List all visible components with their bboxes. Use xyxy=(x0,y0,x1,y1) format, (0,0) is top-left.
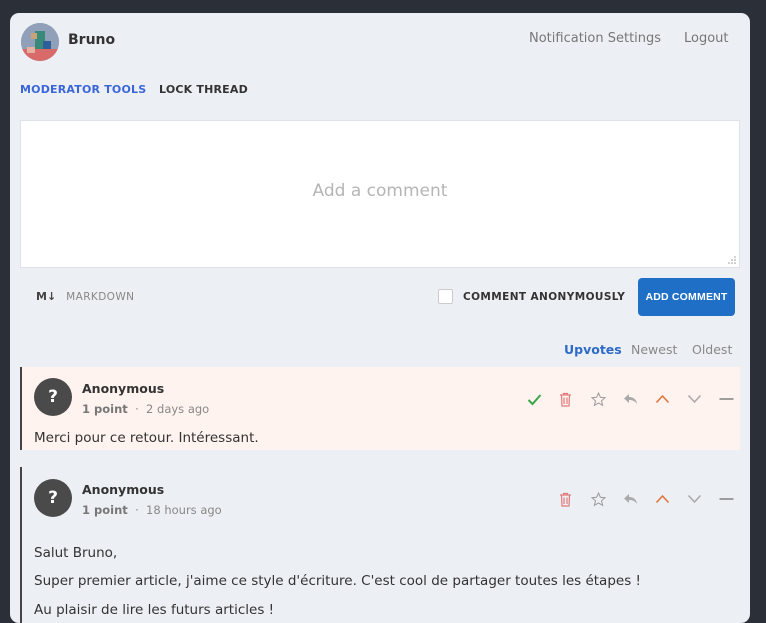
markdown-indicator: M↓ MARKDOWN xyxy=(36,290,134,303)
anonymous-avatar: ? xyxy=(34,378,72,416)
trash-icon[interactable] xyxy=(559,489,591,509)
username: Bruno xyxy=(68,32,116,48)
comment-item: ? Anonymous 1 point · 2 days ago Merci p… xyxy=(20,367,740,450)
reply-icon[interactable] xyxy=(623,389,655,409)
anonymous-label: COMMENT ANONYMOUSLY xyxy=(463,290,626,303)
comment-time: 2 days ago xyxy=(146,402,210,416)
comment-body: Merci pour ce retour. Intéressant. xyxy=(34,430,259,446)
comment-anonymously-toggle[interactable]: COMMENT ANONYMOUSLY xyxy=(438,289,625,304)
comment-textarea[interactable]: Add a comment xyxy=(20,120,740,268)
anonymous-checkbox[interactable] xyxy=(438,289,453,304)
comment-placeholder: Add a comment xyxy=(312,181,448,201)
comment-body-line: Au plaisir de lire les futurs articles ! xyxy=(34,602,275,618)
sort-upvotes[interactable]: Upvotes xyxy=(564,342,622,357)
comments-panel: Bruno Notification Settings Logout MODER… xyxy=(10,13,750,623)
markdown-icon: M↓ xyxy=(36,290,57,303)
meta-separator: · xyxy=(135,402,139,416)
markdown-label: MARKDOWN xyxy=(66,290,135,303)
comment-time: 18 hours ago xyxy=(146,503,222,517)
star-icon[interactable] xyxy=(591,389,623,409)
user-avatar[interactable] xyxy=(21,23,59,61)
collapse-icon[interactable] xyxy=(719,389,750,409)
collapse-icon[interactable] xyxy=(719,489,750,509)
sort-oldest[interactable]: Oldest xyxy=(692,342,732,357)
comment-author: Anonymous xyxy=(82,381,165,396)
comment-actions xyxy=(559,489,750,509)
lock-thread-button[interactable]: LOCK THREAD xyxy=(159,83,248,96)
trash-icon[interactable] xyxy=(559,389,591,409)
downvote-icon[interactable] xyxy=(687,389,719,409)
check-icon[interactable] xyxy=(527,389,559,409)
header: Bruno Notification Settings Logout xyxy=(10,13,750,69)
upvote-icon[interactable] xyxy=(655,489,687,509)
comment-author: Anonymous xyxy=(82,482,165,497)
moderator-tools-tab[interactable]: MODERATOR TOOLS xyxy=(20,83,146,96)
downvote-icon[interactable] xyxy=(687,489,719,509)
notification-settings-link[interactable]: Notification Settings xyxy=(529,31,661,46)
comment-points: 1 point xyxy=(82,402,128,416)
add-comment-button[interactable]: ADD COMMENT xyxy=(638,278,735,316)
sort-newest[interactable]: Newest xyxy=(631,342,677,357)
logout-link[interactable]: Logout xyxy=(684,31,729,46)
comment-actions xyxy=(527,389,750,409)
comment-meta: 1 point · 18 hours ago xyxy=(82,503,222,517)
star-icon[interactable] xyxy=(591,489,623,509)
upvote-icon[interactable] xyxy=(655,389,687,409)
meta-separator: · xyxy=(135,503,139,517)
comment-body-line: Salut Bruno, xyxy=(34,545,118,561)
comment-body-line: Super premier article, j'aime ce style d… xyxy=(34,573,641,589)
comment-item: ? Anonymous 1 point · 18 hours ago Salut… xyxy=(20,467,740,623)
comment-meta: 1 point · 2 days ago xyxy=(82,402,209,416)
comment-points: 1 point xyxy=(82,503,128,517)
resize-handle-icon[interactable] xyxy=(728,256,736,264)
reply-icon[interactable] xyxy=(623,489,655,509)
anonymous-avatar: ? xyxy=(34,479,72,517)
